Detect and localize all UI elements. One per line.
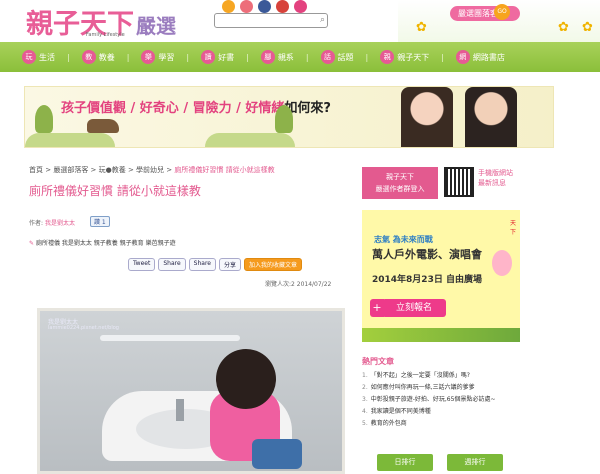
article-tags[interactable]: ✎ 廁所禮儀 我是劉太太 親子教養 親子教育 樂芭親子遊 — [29, 238, 176, 247]
list-item[interactable]: 3. 中彰投親子旅遊-好拍、好玩,65個景點必訪處~ — [362, 394, 520, 406]
hero-banner[interactable]: 孩子價值觀 / 好奇心 / 冒險力 / 好情緒如何來? — [24, 86, 554, 148]
bush-illustration — [25, 133, 115, 147]
balloon-illustration — [492, 250, 512, 276]
grass-illustration — [362, 328, 520, 342]
host-photo — [465, 87, 517, 147]
flower-icon: ✿ — [416, 20, 427, 35]
ad-date: 2014年8月23日 自由廣場 — [372, 275, 482, 285]
main-nav: 玩生活 | 教教養 | 樂學習 | 讀好書 | 腳親系 | 話話題 | 親親子天下 | 網網路… — [0, 42, 600, 72]
faucet — [176, 399, 184, 421]
facebook-like-button[interactable]: 讚 1 — [90, 216, 110, 227]
add-to-favorites-button[interactable]: 加入我的收藏文章 — [244, 258, 303, 271]
host-photo — [401, 87, 453, 147]
facebook-share-button[interactable]: Share — [158, 258, 186, 271]
go-button[interactable]: GO — [494, 4, 510, 20]
hot-articles-title: 熱門文章 — [362, 357, 394, 366]
nav-item-parenting-magazine[interactable]: 親親子天下 | — [380, 50, 444, 64]
tag-icon: ✎ — [29, 240, 35, 247]
ad-title: 萬人戶外電影、演唱會 — [372, 248, 482, 261]
tab-weekly-ranking[interactable]: 週排行 — [447, 454, 503, 471]
flower-icon: ✿ — [582, 20, 593, 35]
nav-item-bookstore[interactable]: 網網路書店 — [455, 50, 505, 64]
register-button[interactable]: 立刻報名 — [382, 299, 446, 317]
hot-articles-list: 1. 「對不起」之後一定要「沒關係」嗎? 2. 如何應付叫你再玩一條,三話六議的爹爹… — [362, 370, 520, 430]
nav-item-parenting[interactable]: 教教養 | — [81, 50, 129, 64]
nav-item-relations[interactable]: 腳親系 | — [260, 50, 309, 64]
tweet-button[interactable]: Tweet — [128, 258, 156, 271]
article-title: 廁所禮儀好習慣 請從小就這樣教 — [29, 184, 201, 198]
article-author: 作者: 我是劉太太 — [29, 220, 75, 227]
event-ad[interactable]: 天下 志氣 為未來而戰 萬人戶外電影、演唱會 2014年8月23日 自由廣場 +… — [362, 210, 520, 342]
gplus-share-button[interactable]: Share — [188, 258, 216, 271]
grab-rail — [100, 335, 240, 341]
list-item[interactable]: 1. 「對不起」之後一定要「沒關係」嗎? — [362, 370, 520, 382]
list-item[interactable]: 4. 我家讀是個不同美博種 — [362, 406, 520, 418]
plurk-share-button[interactable]: 分享 — [218, 258, 241, 271]
child-jeans — [252, 439, 302, 469]
share-bar: Tweet Share Share 分享 加入我的收藏文章 — [128, 258, 303, 271]
view-count: 瀏覽人次:2 2014/07/22 — [265, 281, 332, 288]
google-plus-icon[interactable] — [294, 0, 307, 13]
list-item[interactable]: 5. 教育的外包商 — [362, 418, 520, 430]
ranking-tabs: 日排行 週排行 — [377, 454, 503, 471]
flower-icon: ✿ — [558, 20, 569, 35]
mobile-site-link[interactable]: 手機版網站 最新訊息 — [478, 168, 513, 188]
nav-item-learning[interactable]: 樂學習 | — [141, 50, 189, 64]
nav-item-life[interactable]: 玩生活 | — [22, 50, 70, 64]
tree-illustration — [35, 105, 53, 133]
search-input[interactable]: ⌕ — [214, 13, 328, 28]
tree-illustration — [275, 105, 293, 133]
social-icons — [222, 0, 307, 13]
breadcrumb[interactable]: 首頁 > 嚴選部落客 > 玩●教養 > 學前幼兒 > 廁所禮儀好習慣 請從小就這… — [29, 165, 275, 175]
facebook-icon[interactable] — [258, 0, 271, 13]
child-head — [216, 349, 276, 409]
qr-code-icon — [444, 167, 474, 197]
bush-illustration — [205, 133, 295, 147]
nav-item-books[interactable]: 讀好書 | — [201, 50, 249, 64]
nav-item-topics[interactable]: 話話題 | — [320, 50, 368, 64]
ad-headline: 志氣 為未來而戰 — [374, 235, 433, 244]
ad-brand: 天下 — [510, 220, 517, 236]
photo-watermark-url: lammie0224.pixnet.net/blog — [48, 325, 119, 331]
tab-daily-ranking[interactable]: 日排行 — [377, 454, 433, 471]
site-logo-tagline: Family Lifestyle — [86, 32, 125, 38]
rss-icon[interactable] — [222, 0, 235, 13]
car-illustration — [87, 119, 119, 133]
list-item[interactable]: 2. 如何應付叫你再玩一條,三話六議的爹爹 — [362, 382, 520, 394]
plurk-icon[interactable] — [276, 0, 289, 13]
search-icon[interactable]: ⌕ — [320, 15, 325, 25]
article-photo: 我是劉太太 lammie0224.pixnet.net/blog — [37, 308, 345, 474]
weibo-icon[interactable] — [240, 0, 253, 13]
author-login-button[interactable]: 親子天下 嚴選作者群登入 — [362, 167, 438, 199]
promo-banner[interactable]: ✿ ✿ ✿ 嚴選團落客 GO — [398, 0, 600, 42]
